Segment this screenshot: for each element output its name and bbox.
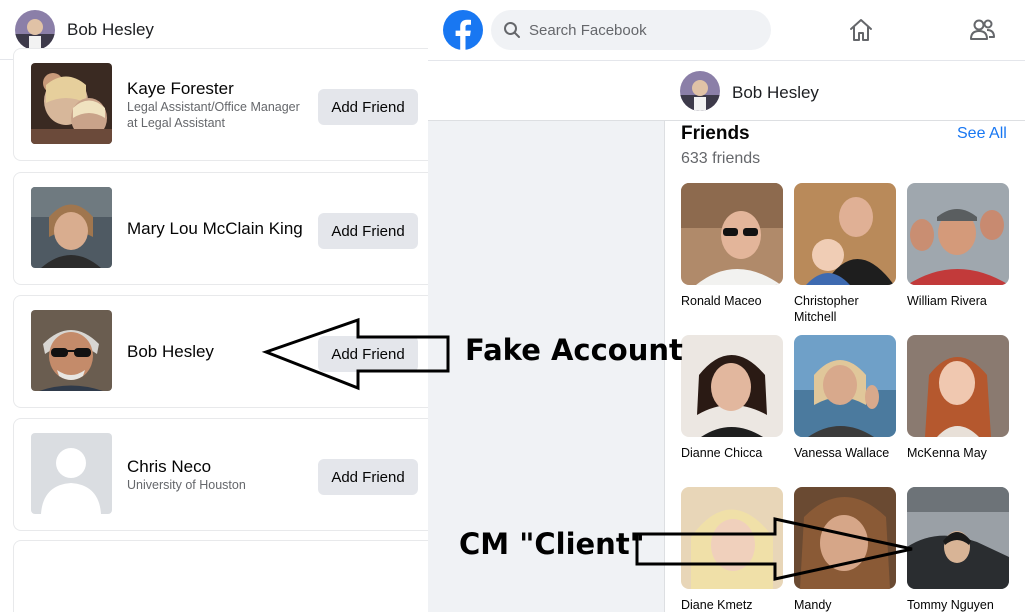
friend-tile[interactable]: William Rivera [907,183,1009,309]
add-friend-button[interactable]: Add Friend [318,336,418,372]
top-bar [428,0,1025,60]
suggestion-card: Kaye Forester Legal Assistant/Office Man… [13,48,428,161]
suggestion-name[interactable]: Chris Neco [127,457,307,477]
card-text: Bob Hesley [127,296,307,407]
avatar[interactable] [680,71,720,111]
card-text: Chris Neco University of Houston [127,419,307,530]
friend-tile[interactable]: Christopher Mitchell [794,183,896,325]
friend-name[interactable]: Tommy Nguyen [907,597,1009,612]
friend-photo[interactable] [794,183,896,285]
section-title: Friends [681,123,750,144]
home-icon[interactable] [847,16,875,44]
suggestion-name[interactable]: Kaye Forester [127,79,307,99]
suggestion-card: Bob Hesley Add Friend [13,295,428,408]
friend-name[interactable]: McKenna May [907,445,1009,461]
facebook-logo-icon[interactable] [443,10,483,50]
friend-photo[interactable] [907,335,1009,437]
add-friend-button[interactable]: Add Friend [318,213,418,249]
card-text: Mary Lou McClain King [127,173,307,284]
friend-name[interactable]: Mandy [794,597,896,612]
suggestion-subtitle: Legal Assistant/Office Manager at Legal … [127,99,300,130]
suggestion-name[interactable]: Mary Lou McClain King [127,219,307,239]
friend-tile[interactable]: Tommy Nguyen [907,487,1009,612]
profile-name[interactable]: Bob Hesley [732,83,819,103]
add-friend-button[interactable]: Add Friend [318,459,418,495]
profile-photo[interactable] [31,63,112,144]
friend-name[interactable]: Vanessa Wallace [794,445,896,461]
profile-name[interactable]: Bob Hesley [67,20,154,40]
add-friend-button[interactable]: Add Friend [318,89,418,125]
friend-photo[interactable] [794,335,896,437]
avatar[interactable] [15,9,55,50]
suggestion-card: Mary Lou McClain King Add Friend [13,172,428,285]
search-input[interactable] [529,21,759,39]
left-panel: Bob Hesley Kaye Forester Legal Assistant… [0,0,428,612]
profile-photo[interactable] [31,310,112,391]
friend-tile[interactable]: Vanessa Wallace [794,335,896,461]
profile-photo[interactable] [31,433,112,514]
friends-section: Friends 633 friends See All Ronald Maceo [664,121,1025,612]
friend-name[interactable]: Dianne Chicca [681,445,783,461]
friend-photo[interactable] [794,487,896,589]
suggestion-card-partial [13,540,428,612]
search-bar[interactable] [491,10,771,50]
suggestion-name[interactable]: Bob Hesley [127,342,307,362]
friend-photo[interactable] [681,183,783,285]
friend-tile[interactable]: McKenna May [907,335,1009,461]
search-icon [504,22,520,38]
profile-header: Bob Hesley [428,60,1025,121]
friend-tile[interactable]: Dianne Chicca [681,335,783,461]
friend-name[interactable]: William Rivera [907,293,1009,309]
friend-tile[interactable]: Diane Kmetz [681,487,783,612]
see-all-link[interactable]: See All [957,125,1007,143]
friend-tile[interactable]: Ronald Maceo [681,183,783,309]
friend-name[interactable]: Diane Kmetz [681,597,783,612]
card-text: Kaye Forester Legal Assistant/Office Man… [127,49,307,160]
profile-photo[interactable] [31,187,112,268]
friend-photo[interactable] [907,487,1009,589]
friend-tile[interactable]: Mandy [794,487,896,612]
friend-name[interactable]: Ronald Maceo [681,293,783,309]
fake-account-label: Fake Account [465,333,683,367]
friends-icon[interactable] [968,16,996,44]
friend-photo[interactable] [681,335,783,437]
friend-photo[interactable] [681,487,783,589]
suggestion-card: Chris Neco University of Houston Add Fri… [13,418,428,531]
friends-count: 633 friends [681,150,761,167]
friend-name[interactable]: Christopher Mitchell [794,293,896,325]
client-label: CM "Client" [459,527,645,561]
friend-photo[interactable] [907,183,1009,285]
suggestion-subtitle: University of Houston [127,477,246,492]
right-panel: Bob Hesley Friends 633 friends See All R… [428,0,1025,612]
